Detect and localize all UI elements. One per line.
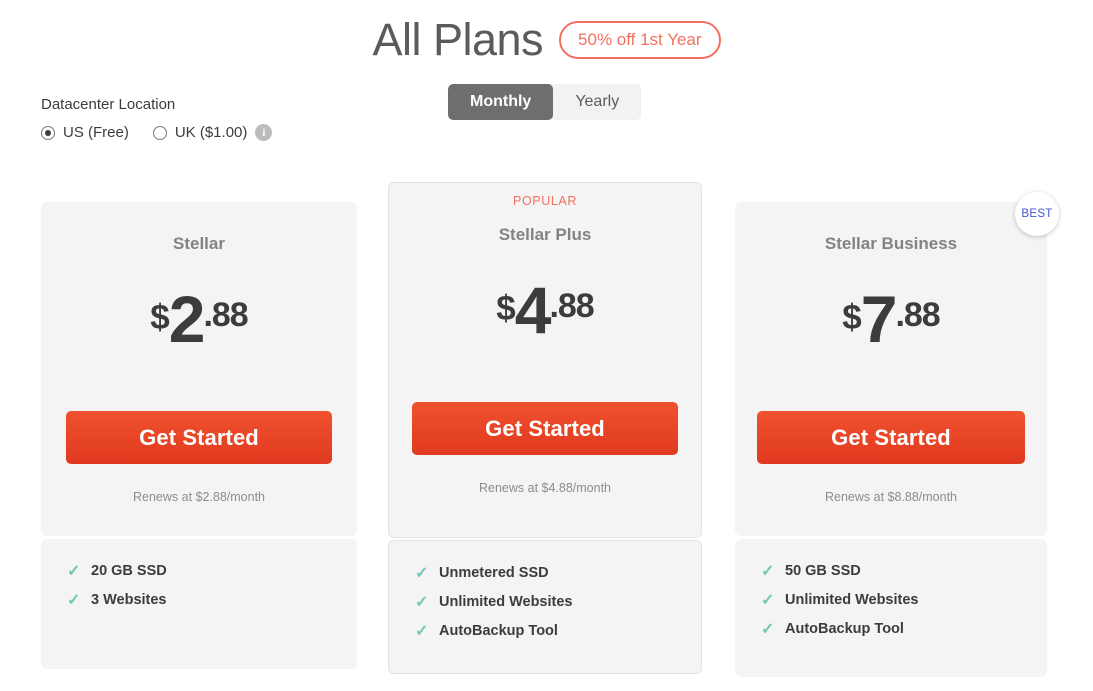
check-icon: ✓ — [67, 592, 81, 609]
list-item: ✓ Unlimited Websites — [761, 586, 1021, 615]
pricing-page: All Plans 50% off 1st Year Datacenter Lo… — [0, 0, 1093, 691]
feature-label: AutoBackup Tool — [439, 623, 558, 639]
list-item: ✓ 50 GB SSD — [761, 557, 1021, 586]
feature-label: Unlimited Websites — [785, 592, 919, 608]
plan-features: ✓ 20 GB SSD ✓ 3 Websites — [41, 539, 357, 669]
plan-card-top: Stellar Business $ 7 .88 Get Started Ren… — [735, 202, 1047, 536]
list-item: ✓ 20 GB SSD — [67, 557, 331, 586]
check-icon: ✓ — [67, 563, 81, 580]
check-icon: ✓ — [761, 621, 775, 638]
check-icon: ✓ — [761, 592, 775, 609]
check-icon: ✓ — [415, 594, 429, 611]
price-currency: $ — [150, 298, 169, 337]
list-item: ✓ Unmetered SSD — [415, 559, 675, 588]
list-item: ✓ Unlimited Websites — [415, 588, 675, 617]
plan-price: $ 4 .88 — [389, 273, 701, 347]
feature-label: 50 GB SSD — [785, 563, 861, 579]
get-started-button[interactable]: Get Started — [66, 411, 332, 465]
plan-name: Stellar Plus — [498, 225, 592, 244]
check-icon: ✓ — [761, 563, 775, 580]
price-cents: .88 — [203, 296, 248, 334]
price-whole: 7 — [860, 282, 898, 356]
list-item: ✓ 3 Websites — [67, 586, 331, 615]
plan-card-stellar-plus: POPULAR Stellar Plus $ 4 .88 Get Started… — [388, 182, 702, 674]
feature-label: Unmetered SSD — [439, 565, 549, 581]
price-whole: 2 — [168, 282, 206, 356]
renewal-note: Renews at $4.88/month — [478, 481, 612, 496]
list-item: ✓ AutoBackup Tool — [761, 615, 1021, 644]
price-currency: $ — [496, 289, 515, 328]
feature-label: 3 Websites — [91, 592, 167, 608]
feature-list: ✓ Unmetered SSD ✓ Unlimited Websites ✓ A… — [415, 559, 675, 646]
plan-card-list: Stellar $ 2 .88 Get Started Renews at $2… — [0, 0, 1093, 691]
best-badge: BEST — [1015, 192, 1059, 236]
plan-card-top: POPULAR Stellar Plus $ 4 .88 Get Started… — [388, 182, 702, 538]
plan-name: Stellar — [173, 234, 225, 253]
plan-card-top: Stellar $ 2 .88 Get Started Renews at $2… — [41, 202, 357, 536]
plan-features: ✓ Unmetered SSD ✓ Unlimited Websites ✓ A… — [388, 540, 702, 674]
renewal-note: Renews at $8.88/month — [824, 490, 958, 505]
plan-features: ✓ 50 GB SSD ✓ Unlimited Websites ✓ AutoB… — [735, 539, 1047, 677]
plan-price: $ 2 .88 — [41, 282, 357, 356]
plan-card-stellar: Stellar $ 2 .88 Get Started Renews at $2… — [41, 202, 357, 669]
check-icon: ✓ — [415, 623, 429, 640]
get-started-button[interactable]: Get Started — [757, 411, 1025, 465]
price-currency: $ — [842, 298, 861, 337]
list-item: ✓ AutoBackup Tool — [415, 617, 675, 646]
renewal-note: Renews at $2.88/month — [132, 490, 266, 505]
feature-label: 20 GB SSD — [91, 563, 167, 579]
price-cents: .88 — [549, 287, 594, 325]
price-cents: .88 — [895, 296, 940, 334]
feature-list: ✓ 20 GB SSD ✓ 3 Websites — [67, 557, 331, 615]
plan-price: $ 7 .88 — [735, 282, 1047, 356]
get-started-button[interactable]: Get Started — [412, 402, 678, 456]
feature-list: ✓ 50 GB SSD ✓ Unlimited Websites ✓ AutoB… — [761, 557, 1021, 644]
feature-label: AutoBackup Tool — [785, 621, 904, 637]
plan-name: Stellar Business — [824, 234, 958, 253]
check-icon: ✓ — [415, 565, 429, 582]
popular-tag: POPULAR — [513, 194, 577, 208]
plan-card-stellar-business: Stellar Business $ 7 .88 Get Started Ren… — [735, 202, 1047, 677]
price-whole: 4 — [514, 273, 552, 347]
feature-label: Unlimited Websites — [439, 594, 573, 610]
